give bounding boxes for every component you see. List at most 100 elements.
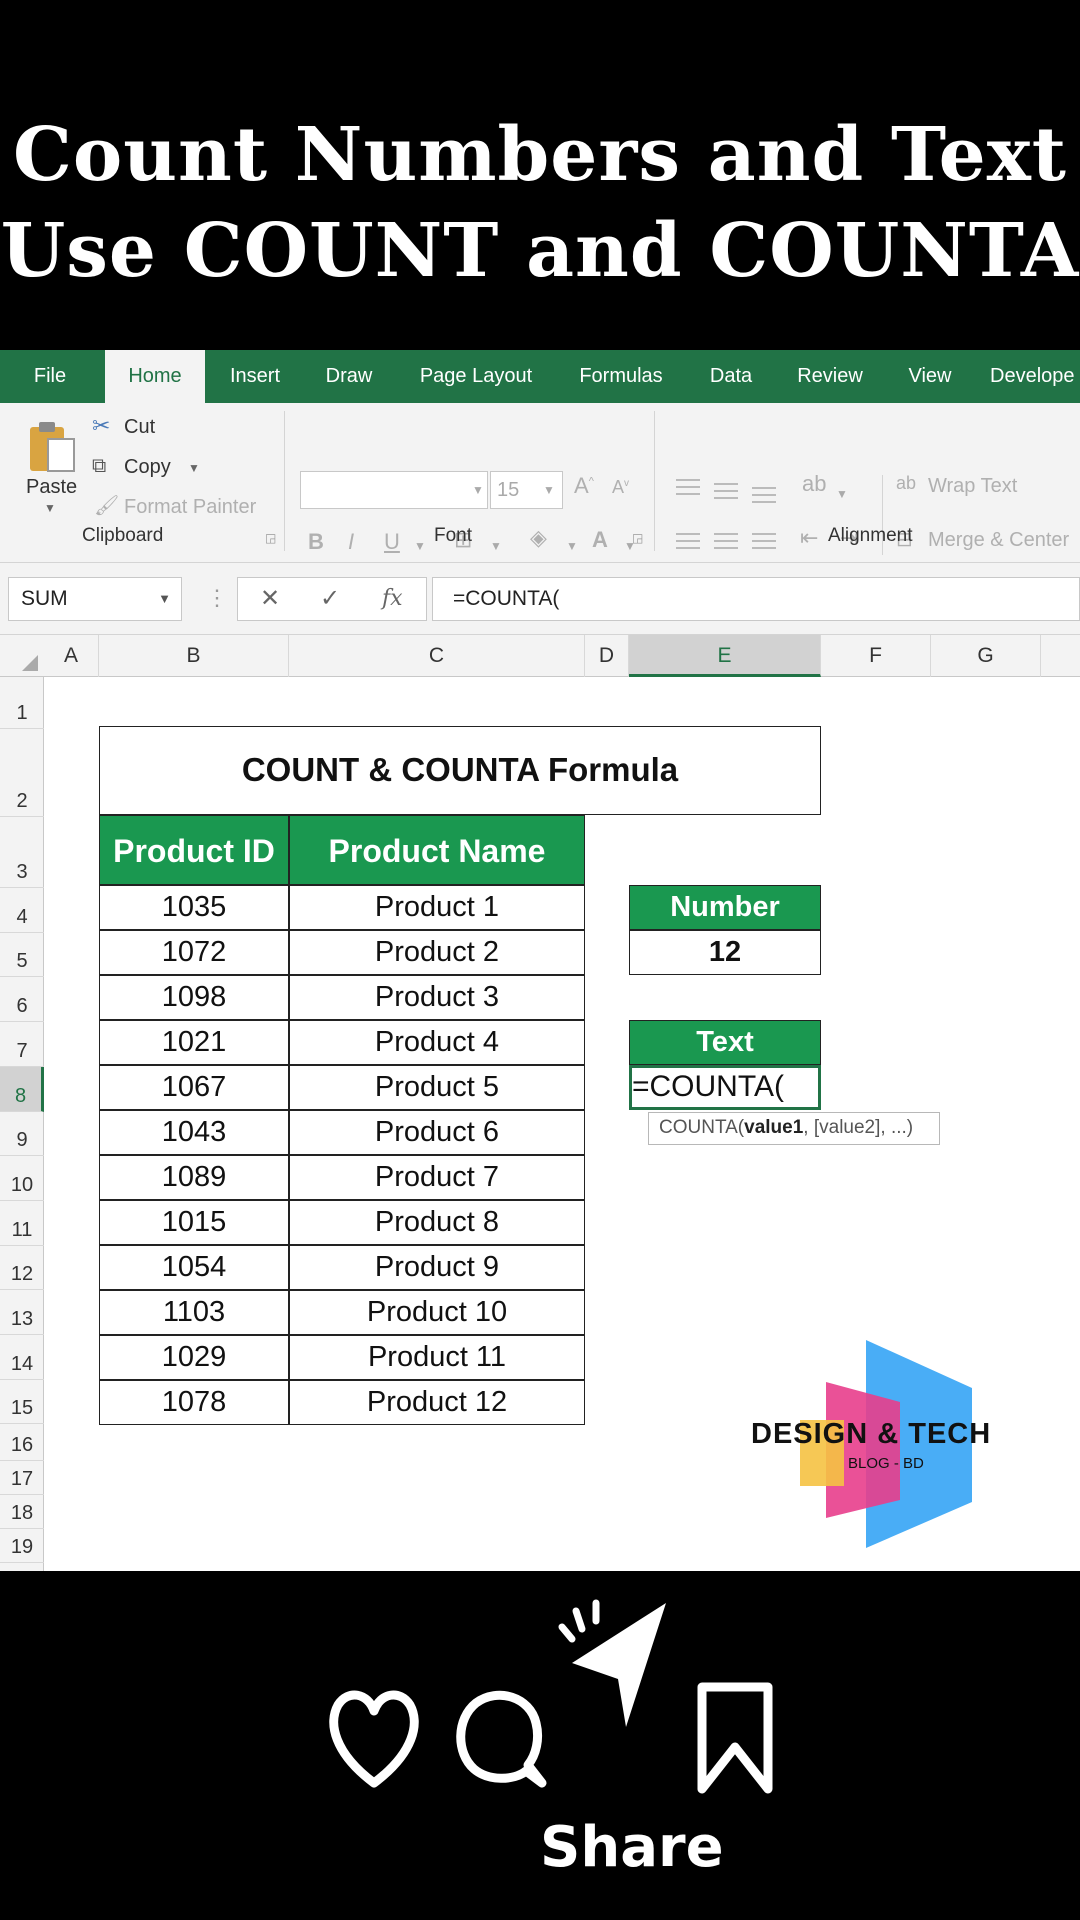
column-header[interactable]: G [931, 635, 1041, 677]
more-options-icon[interactable]: ⋮ [206, 585, 228, 611]
row-header[interactable]: 11 [0, 1201, 44, 1246]
text-header[interactable]: Text [629, 1020, 821, 1065]
row-header[interactable]: 16 [0, 1424, 44, 1461]
column-header[interactable]: F [821, 635, 931, 677]
product-id-cell[interactable]: 1054 [99, 1245, 289, 1290]
product-id-cell[interactable]: 1043 [99, 1110, 289, 1155]
decrease-indent-icon[interactable]: ⇤ [800, 525, 818, 551]
active-cell-e8[interactable]: =COUNTA( [629, 1065, 821, 1110]
row-header[interactable]: 15 [0, 1380, 44, 1424]
product-id-cell[interactable]: 1072 [99, 930, 289, 975]
tab-draw[interactable]: Draw [318, 350, 380, 403]
clipboard-launcher-icon[interactable]: ◲ [265, 531, 276, 545]
wrap-text-button[interactable]: ab Wrap Text [896, 473, 1056, 503]
column-header[interactable]: C [289, 635, 585, 677]
comment-icon[interactable] [448, 1683, 548, 1793]
align-middle-icon[interactable] [714, 483, 738, 499]
tab-insert[interactable]: Insert [222, 350, 288, 403]
tab-formulas[interactable]: Formulas [570, 350, 672, 403]
row-header[interactable]: 9 [0, 1112, 44, 1156]
font-size-box[interactable]: 15 ▼ [490, 471, 563, 509]
bookmark-icon[interactable] [690, 1679, 780, 1799]
column-header[interactable]: A [44, 635, 99, 677]
product-name-cell[interactable]: Product 10 [289, 1290, 585, 1335]
enter-icon[interactable]: ✓ [320, 578, 340, 620]
product-name-cell[interactable]: Product 4 [289, 1020, 585, 1065]
row-header[interactable]: 3 [0, 817, 44, 888]
product-id-cell[interactable]: 1015 [99, 1200, 289, 1245]
row-header[interactable]: 5 [0, 933, 44, 977]
product-name-cell[interactable]: Product 12 [289, 1380, 585, 1425]
number-header[interactable]: Number [629, 885, 821, 930]
font-color-icon[interactable]: A [592, 527, 608, 553]
merge-center-button[interactable]: ⊟ Merge & Center [896, 527, 1080, 557]
row-header[interactable]: 6 [0, 977, 44, 1022]
share-icon[interactable] [556, 1599, 676, 1739]
product-id-cell[interactable]: 1078 [99, 1380, 289, 1425]
column-header-selected[interactable]: E [629, 635, 821, 677]
row-header[interactable]: 7 [0, 1022, 44, 1067]
number-value[interactable]: 12 [629, 930, 821, 975]
tab-file[interactable]: File [22, 350, 78, 403]
product-name-cell[interactable]: Product 11 [289, 1335, 585, 1380]
format-painter-button[interactable]: 🖌 Format Painter [92, 493, 267, 523]
paste-button[interactable]: Paste ▼ [20, 413, 80, 515]
tab-review[interactable]: Review [790, 350, 870, 403]
tab-page-layout[interactable]: Page Layout [412, 350, 540, 403]
tab-data[interactable]: Data [704, 350, 758, 403]
align-center-icon[interactable] [714, 533, 738, 549]
header-product-name[interactable]: Product Name [289, 815, 585, 885]
font-name-box[interactable] [300, 471, 488, 509]
underline-icon[interactable]: U [384, 529, 400, 555]
italic-icon[interactable]: I [348, 529, 354, 555]
header-product-id[interactable]: Product ID [99, 815, 289, 885]
row-header[interactable]: 8 [0, 1067, 44, 1112]
product-id-cell[interactable]: 1098 [99, 975, 289, 1020]
align-top-icon[interactable] [676, 479, 700, 495]
cut-button[interactable]: ✂ Cut [92, 413, 172, 443]
increase-font-icon[interactable]: A^ [574, 473, 594, 499]
row-header[interactable]: 12 [0, 1246, 44, 1290]
product-id-cell[interactable]: 1089 [99, 1155, 289, 1200]
product-name-cell[interactable]: Product 2 [289, 930, 585, 975]
product-name-cell[interactable]: Product 1 [289, 885, 585, 930]
tab-view[interactable]: View [900, 350, 960, 403]
column-header[interactable]: D [585, 635, 629, 677]
copy-button[interactable]: ⧉ Copy ▼ [92, 453, 212, 483]
cancel-icon[interactable]: ✕ [260, 578, 280, 620]
select-all-corner[interactable] [0, 635, 44, 677]
row-header[interactable]: 18 [0, 1495, 44, 1529]
table-title[interactable]: COUNT & COUNTA Formula [99, 726, 821, 815]
align-bottom-icon[interactable] [752, 487, 776, 503]
product-name-cell[interactable]: Product 3 [289, 975, 585, 1020]
align-right-icon[interactable] [752, 533, 776, 549]
column-header[interactable]: B [99, 635, 289, 677]
product-id-cell[interactable]: 1029 [99, 1335, 289, 1380]
product-id-cell[interactable]: 1021 [99, 1020, 289, 1065]
product-id-cell[interactable]: 1067 [99, 1065, 289, 1110]
row-header[interactable]: 2 [0, 729, 44, 817]
bold-icon[interactable]: B [308, 529, 324, 555]
row-header[interactable]: 19 [0, 1529, 44, 1563]
heart-icon[interactable] [324, 1683, 424, 1793]
product-name-cell[interactable]: Product 5 [289, 1065, 585, 1110]
insert-function-icon[interactable]: fx [382, 578, 403, 620]
orientation-icon[interactable]: ab [802, 471, 826, 497]
row-header[interactable]: 13 [0, 1290, 44, 1335]
row-header[interactable]: 1 [0, 677, 44, 729]
fill-color-icon[interactable]: ◈ [530, 525, 547, 551]
align-left-icon[interactable] [676, 533, 700, 549]
row-header[interactable]: 10 [0, 1156, 44, 1201]
formula-input[interactable]: =COUNTA( [432, 577, 1080, 621]
font-launcher-icon[interactable]: ◲ [632, 531, 643, 545]
product-name-cell[interactable]: Product 7 [289, 1155, 585, 1200]
tab-developer[interactable]: Develope [990, 350, 1080, 403]
row-header[interactable]: 14 [0, 1335, 44, 1380]
product-id-cell[interactable]: 1035 [99, 885, 289, 930]
row-header[interactable]: 17 [0, 1461, 44, 1495]
row-header[interactable]: 4 [0, 888, 44, 933]
product-name-cell[interactable]: Product 9 [289, 1245, 585, 1290]
product-name-cell[interactable]: Product 6 [289, 1110, 585, 1155]
product-id-cell[interactable]: 1103 [99, 1290, 289, 1335]
name-box[interactable]: SUM ▼ [8, 577, 182, 621]
